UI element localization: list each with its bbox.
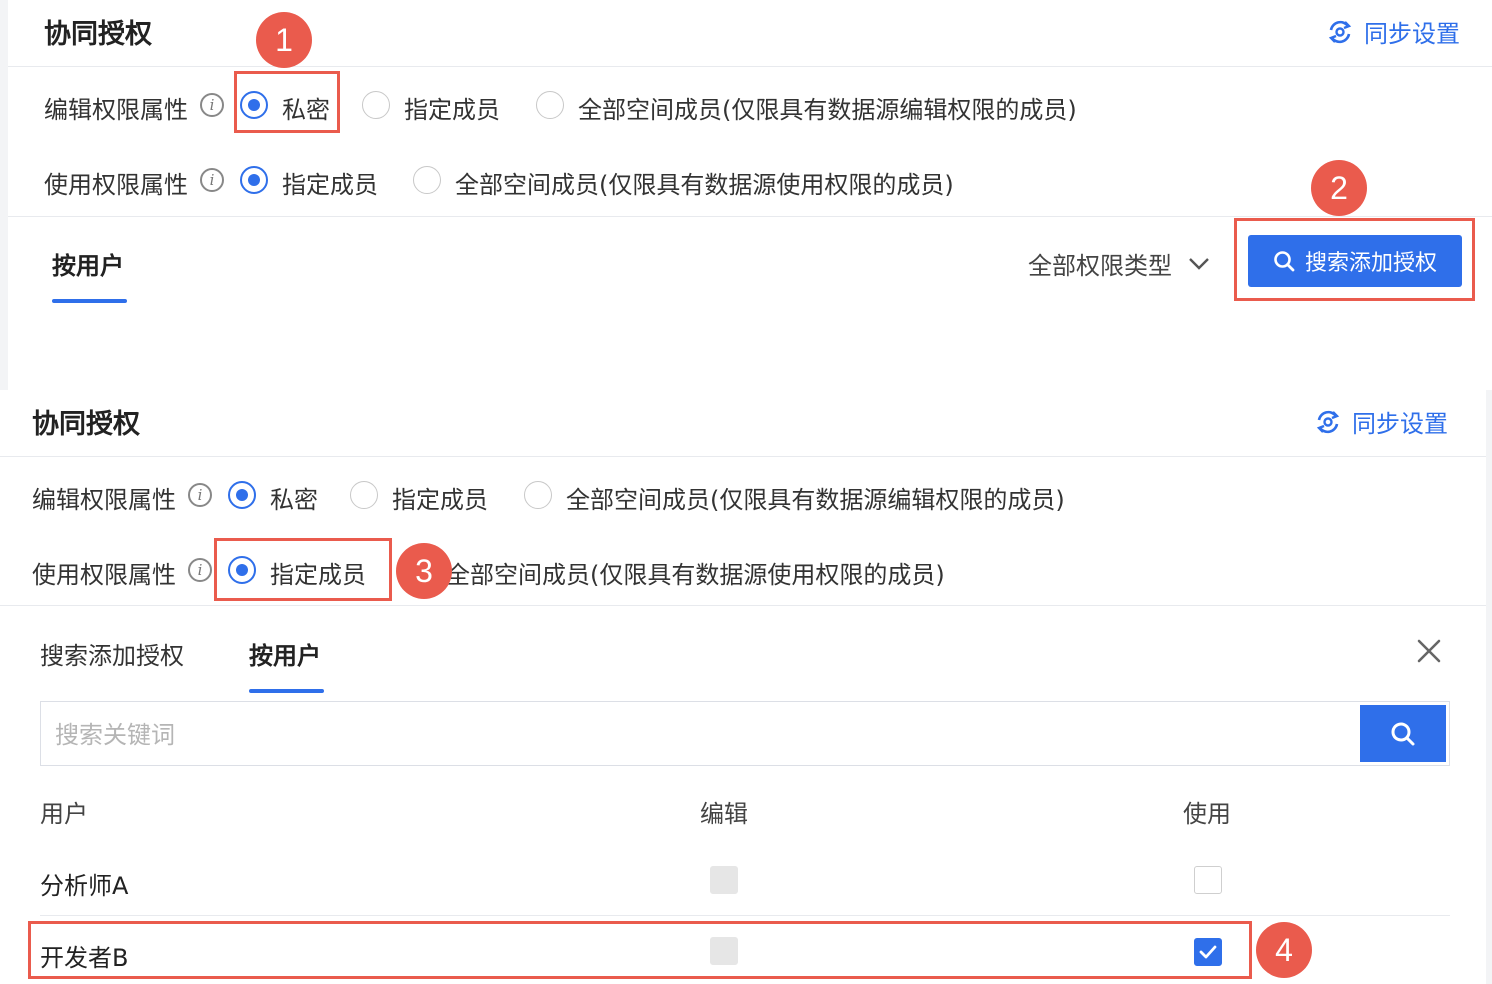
option-label: 全部空间成员(仅限具有数据源使用权限的成员): [446, 561, 945, 589]
tab-search-add-auth[interactable]: 搜索添加授权: [40, 636, 184, 671]
radio-edit-private[interactable]: [228, 481, 256, 509]
info-icon[interactable]: i: [188, 558, 212, 582]
panel-edge-shade: [0, 0, 8, 390]
option-label: 全部空间成员(仅限具有数据源使用权限的成员): [455, 171, 954, 199]
sync-icon: [1316, 410, 1340, 433]
panel-edge-shade: [1486, 390, 1492, 984]
permission-type-dropdown[interactable]: 全部权限类型: [1028, 246, 1210, 281]
edit-permission-label: 编辑权限属性: [32, 486, 176, 514]
radio-edit-all[interactable]: [524, 481, 552, 509]
option-label: 指定成员: [392, 486, 488, 514]
sync-settings-label: 同步设置: [1352, 410, 1448, 438]
sync-settings-link[interactable]: 同步设置: [1326, 14, 1460, 49]
radio-edit-specified[interactable]: [362, 91, 390, 119]
step-badge-4: 4: [1256, 922, 1312, 978]
radio-edit-specified[interactable]: [350, 481, 378, 509]
step-badge-1: 1: [256, 12, 312, 68]
search-box: [40, 701, 1450, 767]
info-icon[interactable]: i: [200, 168, 224, 192]
tab-by-user[interactable]: 按用户: [249, 636, 321, 671]
chevron-down-icon: [1189, 257, 1209, 270]
step-badge-3: 3: [396, 543, 452, 599]
highlight-box-private: [234, 71, 340, 133]
option-label: 指定成员: [282, 171, 378, 199]
divider: [8, 66, 1492, 67]
use-permission-label: 使用权限属性: [44, 171, 188, 199]
option-label: 全部空间成员(仅限具有数据源编辑权限的成员): [578, 96, 1077, 124]
divider: [0, 605, 1486, 606]
use-permission-label: 使用权限属性: [32, 561, 176, 589]
info-icon[interactable]: i: [188, 483, 212, 507]
row-divider: [40, 915, 1450, 916]
dropdown-label: 全部权限类型: [1028, 252, 1172, 280]
edit-checkbox-disabled: [710, 866, 738, 894]
radio-use-specified[interactable]: [240, 166, 268, 194]
highlight-box-search-add: [1234, 218, 1475, 301]
edit-permission-label: 编辑权限属性: [44, 96, 188, 124]
active-tab-underline: [249, 689, 324, 693]
search-icon: [1391, 722, 1415, 745]
highlight-box-row-developer: [28, 921, 1252, 979]
sync-icon: [1328, 20, 1352, 43]
active-tab-underline: [52, 299, 127, 303]
option-label: 全部空间成员(仅限具有数据源编辑权限的成员): [566, 486, 1065, 514]
radio-edit-all[interactable]: [536, 91, 564, 119]
column-header-use: 使用: [1183, 800, 1231, 828]
sync-settings-label: 同步设置: [1364, 20, 1460, 48]
divider: [0, 456, 1486, 457]
search-button[interactable]: [1360, 705, 1446, 762]
search-input[interactable]: [53, 702, 1337, 767]
info-icon[interactable]: i: [200, 93, 224, 117]
close-icon[interactable]: [1415, 637, 1443, 665]
option-label: 指定成员: [404, 96, 500, 124]
column-header-edit: 编辑: [700, 800, 748, 828]
divider: [8, 216, 1492, 217]
radio-use-all[interactable]: [413, 166, 441, 194]
step-badge-2: 2: [1311, 160, 1367, 216]
highlight-box-use-specified: [214, 538, 392, 601]
use-checkbox[interactable]: [1194, 866, 1222, 894]
page-title: 协同授权: [44, 19, 152, 50]
column-header-user: 用户: [40, 800, 88, 828]
tab-by-user[interactable]: 按用户: [52, 246, 124, 281]
page-title: 协同授权: [32, 409, 140, 440]
table-row-user: 分析师A: [40, 872, 129, 900]
option-label: 私密: [270, 486, 318, 514]
sync-settings-link[interactable]: 同步设置: [1314, 404, 1448, 439]
